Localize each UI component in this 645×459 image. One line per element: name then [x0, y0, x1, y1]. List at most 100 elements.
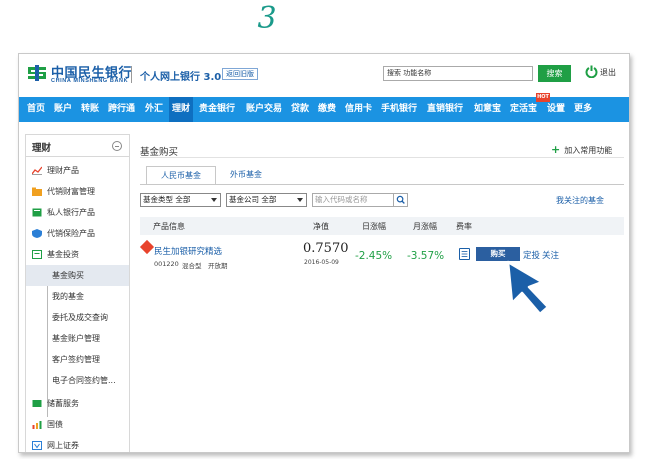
power-icon[interactable]: [585, 65, 598, 78]
bond-icon: [32, 421, 42, 429]
collapse-icon[interactable]: [112, 141, 122, 151]
sidebar-sub-label: 委托及成交查询: [52, 313, 108, 322]
sidebar-sub-label: 基金账户管理: [52, 334, 100, 343]
col-daily-change: 日涨幅: [362, 222, 386, 231]
plus-icon: +: [551, 143, 561, 156]
tab-rmb-fund[interactable]: 人民币基金: [146, 166, 216, 184]
fund-code-input[interactable]: 输入代码或名称: [312, 193, 394, 207]
nav-item-payment[interactable]: 缴费: [318, 97, 336, 122]
monthly-change-value: -3.57%: [407, 250, 445, 262]
hot-fund-badge-icon: [139, 239, 155, 255]
nav-item-precious-metal[interactable]: 贵金银行: [199, 97, 235, 122]
add-favorite-label: 加入常用功能: [564, 146, 613, 155]
sidebar-item-label: 代销财富管理: [47, 187, 95, 196]
sidebar-sub-my-funds[interactable]: 我的基金: [26, 286, 129, 307]
nav-item-wealth[interactable]: 理财: [169, 97, 194, 122]
search-icon[interactable]: [393, 193, 408, 207]
col-monthly-change: 月涨幅: [413, 222, 437, 231]
nav-item-transfer[interactable]: 转账: [81, 97, 99, 122]
step-number: 3: [257, 1, 277, 36]
sidebar-sub-fund-purchase[interactable]: 基金购买: [26, 265, 129, 286]
nav-item-mobile-bank[interactable]: 手机银行: [381, 97, 417, 122]
system-title: 个人网上银行 3.0: [140, 72, 222, 83]
sidebar-sub-label: 电子合同签约管...: [52, 376, 116, 385]
sidebar-item-label: 基金投资: [47, 250, 79, 259]
fund-type-value: 基金类型 全部: [143, 195, 191, 204]
fund-type: 混合型: [182, 262, 202, 270]
nav-item-loan[interactable]: 贷款: [291, 97, 309, 122]
nav-item-dinghuobao[interactable]: 定活宝: [510, 97, 537, 122]
nav-item-account-trading[interactable]: 账户交易: [246, 97, 282, 122]
tab-divider: [140, 184, 624, 185]
sidebar-item-label: 储蓄服务: [47, 399, 79, 408]
nav-date: 2016-05-09: [304, 259, 339, 266]
old-version-button[interactable]: 返回旧版: [222, 68, 258, 80]
add-favorite-button[interactable]: + 加入常用功能: [551, 143, 612, 156]
followed-funds-link[interactable]: 我关注的基金: [556, 195, 604, 206]
savings-icon: [32, 400, 42, 407]
chevron-down-icon: [297, 198, 303, 202]
nav-item-ruyibao[interactable]: 如意宝: [474, 97, 501, 122]
sidebar-item-securities[interactable]: 网上证券: [26, 435, 129, 452]
header-divider: [131, 66, 132, 83]
folder-icon: [32, 187, 42, 196]
fund-company-value: 基金公司 全部: [229, 195, 277, 204]
sidebar-item-insurance[interactable]: 代销保险产品: [26, 223, 129, 244]
sidebar-item-savings[interactable]: 储蓄服务: [26, 393, 129, 414]
sidebar-item-wealth-management[interactable]: 代销财富管理: [26, 181, 129, 202]
header: 中国民生银行 CHINA MINSHENG BANK 个人网上银行 3.0 返回…: [19, 54, 629, 94]
shield-icon: [32, 229, 42, 238]
bank-name-en: CHINA MINSHENG BANK: [51, 78, 129, 84]
nav-item-interbank[interactable]: 跨行通: [108, 97, 135, 122]
pointer-arrow-icon: [506, 260, 550, 316]
sidebar-sub-customer-contract[interactable]: 客户签约管理: [26, 349, 129, 370]
page-title: 基金购买: [140, 147, 179, 158]
book-icon: [32, 208, 42, 217]
search-input[interactable]: 搜索 功能名称: [383, 66, 533, 81]
sidebar-sub-e-contract[interactable]: 电子合同签约管...: [26, 370, 129, 391]
nav-item-home[interactable]: 首页: [27, 97, 45, 122]
browser-window: 中国民生银行 CHINA MINSHENG BANK 个人网上银行 3.0 返回…: [18, 53, 630, 453]
sidebar-item-bond[interactable]: 国债: [26, 414, 129, 435]
nav-item-credit-card[interactable]: 信用卡: [345, 97, 372, 122]
col-product-info: 产品信息: [153, 222, 185, 231]
sidebar: 理财 理财产品 代销财富管理 私人银行产品 代销保险产品 基金投资 基金购买 我…: [25, 134, 130, 452]
daily-change-value: -2.45%: [355, 250, 393, 262]
sidebar-sub-label: 我的基金: [52, 292, 84, 301]
sidebar-title-text: 理财: [32, 143, 52, 154]
fund-name-link[interactable]: 民生加银研究精选: [154, 245, 222, 257]
sidebar-sub-order-query[interactable]: 委托及成交查询: [26, 307, 129, 328]
sidebar-item-wealth-products[interactable]: 理财产品: [26, 160, 129, 181]
nav-item-account[interactable]: 账户: [54, 97, 72, 122]
sidebar-sub-label: 基金购买: [52, 271, 84, 280]
sidebar-item-fund-investment[interactable]: 基金投资: [26, 244, 129, 265]
sidebar-sub-fund-account[interactable]: 基金账户管理: [26, 328, 129, 349]
fund-type-select[interactable]: 基金类型 全部: [140, 193, 221, 207]
hot-badge: HOT: [536, 93, 550, 102]
sidebar-item-label: 私人银行产品: [47, 208, 95, 217]
nav-item-direct-bank[interactable]: 直销银行: [427, 97, 463, 122]
col-fee-rate: 费率: [456, 222, 472, 231]
buy-button[interactable]: 购买: [476, 247, 520, 261]
fund-status: 开放期: [208, 262, 228, 270]
title-divider: [140, 157, 624, 158]
sidebar-item-label: 代销保险产品: [47, 229, 95, 238]
chevron-down-icon: [211, 198, 217, 202]
fund-company-select[interactable]: 基金公司 全部: [226, 193, 307, 207]
chart-icon: [32, 166, 42, 175]
sidebar-item-label: 国债: [47, 420, 63, 429]
col-nav: 净值: [313, 222, 329, 231]
tab-foreign-fund[interactable]: 外币基金: [221, 166, 271, 184]
bank-logo-icon: [28, 65, 46, 81]
logout-link[interactable]: 退出: [600, 67, 616, 78]
sidebar-item-label: 网上证券: [47, 441, 79, 450]
nav-item-forex[interactable]: 外汇: [145, 97, 163, 122]
fund-code: 001220: [154, 260, 179, 268]
securities-icon: [32, 441, 42, 450]
nav-item-more[interactable]: 更多: [574, 97, 592, 122]
fee-rate-icon[interactable]: [459, 248, 470, 260]
sidebar-title: 理财: [26, 135, 129, 157]
sidebar-item-private-banking[interactable]: 私人银行产品: [26, 202, 129, 223]
nav-value: 0.7570: [303, 241, 349, 256]
search-button[interactable]: 搜索: [538, 65, 571, 82]
